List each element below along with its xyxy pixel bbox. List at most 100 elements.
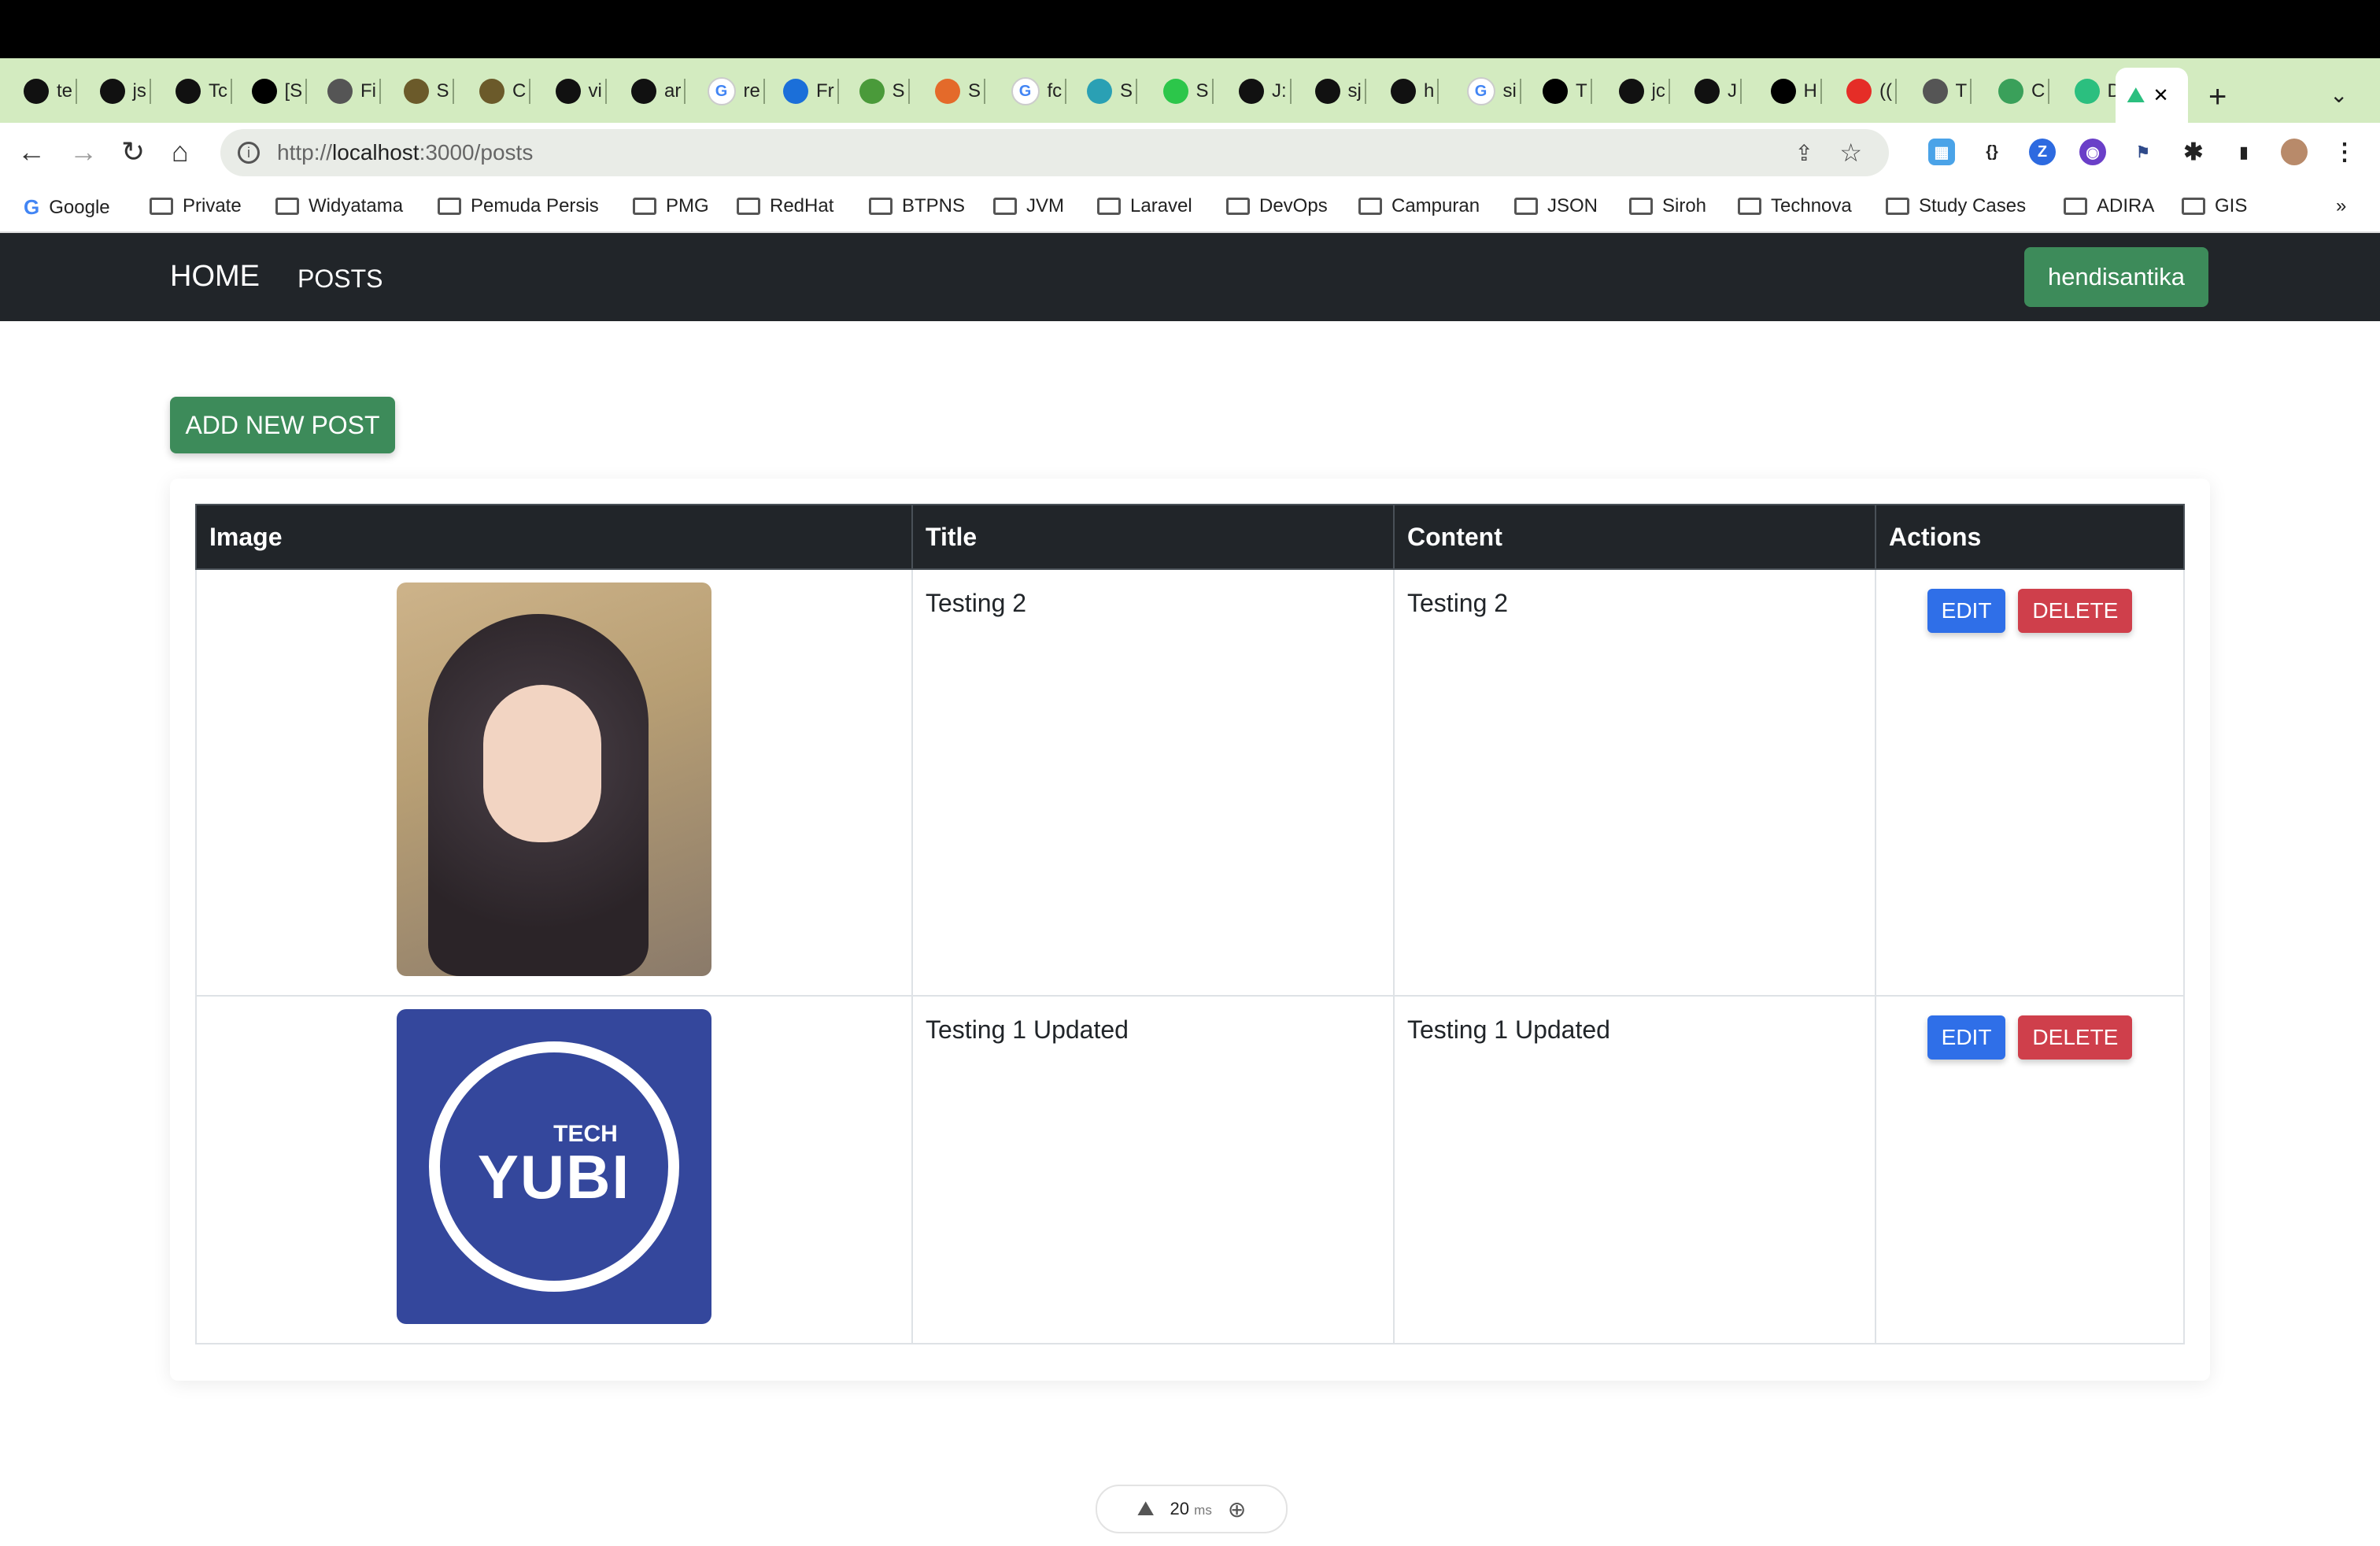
- browser-tab[interactable]: h: [1391, 68, 1439, 115]
- tab-separator: [1820, 79, 1822, 104]
- tab-label: H: [1803, 80, 1817, 102]
- browser-tab[interactable]: T: [1543, 68, 1592, 115]
- back-icon[interactable]: ←: [17, 135, 46, 168]
- share-icon[interactable]: ⇪: [1795, 140, 1813, 166]
- persis-icon: [403, 79, 429, 104]
- browser-tab[interactable]: C: [479, 68, 531, 115]
- flutter-icon: [783, 79, 808, 104]
- tab-separator: [907, 79, 910, 104]
- zoom-extension-icon[interactable]: Z: [2029, 139, 2056, 165]
- bookmark-item[interactable]: Private: [150, 195, 242, 217]
- bookmark-item[interactable]: ADIRA: [2064, 195, 2154, 217]
- browser-tab[interactable]: T: [1922, 68, 1972, 115]
- browser-tab[interactable]: ar: [631, 68, 686, 115]
- title-cell: Testing 1 Updated: [911, 995, 1395, 1344]
- browser-tab[interactable]: Gre: [707, 68, 765, 115]
- bookmark-item[interactable]: BTPNS: [869, 195, 965, 217]
- extension-icon[interactable]: ▦: [1928, 139, 1955, 165]
- forward-icon[interactable]: →: [69, 135, 98, 168]
- browser-tab[interactable]: S: [935, 68, 986, 115]
- logo-text-big: YUBI: [477, 1141, 631, 1211]
- edit-button[interactable]: EDIT: [1927, 589, 2006, 633]
- kebab-menu-icon[interactable]: ⋮: [2331, 139, 2358, 165]
- add-new-post-button[interactable]: ADD NEW POST: [170, 397, 395, 453]
- bookmark-item[interactable]: DevOps: [1226, 195, 1328, 217]
- browser-tab[interactable]: S: [1087, 68, 1138, 115]
- browser-tab[interactable]: Fr: [783, 68, 839, 115]
- bookmark-star-icon[interactable]: ☆: [1839, 138, 1862, 168]
- bookmark-item[interactable]: RedHat: [737, 195, 833, 217]
- bookmark-item[interactable]: Pemuda Persis: [438, 195, 599, 217]
- browser-tab[interactable]: C: [1998, 68, 2050, 115]
- new-tab-button[interactable]: +: [2208, 77, 2227, 117]
- nuxt-icon[interactable]: ⛰: [1137, 1496, 1155, 1522]
- sidepanel-icon[interactable]: ▮: [2230, 139, 2257, 165]
- delete-button[interactable]: DELETE: [2018, 1015, 2133, 1060]
- delete-button[interactable]: DELETE: [2018, 589, 2133, 633]
- browser-tab[interactable]: vi: [555, 68, 607, 115]
- bookmark-item[interactable]: PMG: [633, 195, 709, 217]
- bookmark-item[interactable]: Siroh: [1629, 195, 1706, 217]
- folder-icon: [2182, 198, 2205, 215]
- browser-tab[interactable]: [S: [251, 68, 308, 115]
- home-icon[interactable]: ⌂: [172, 135, 189, 168]
- persis-icon: [479, 79, 504, 104]
- active-tab[interactable]: ⛰ ✕: [2116, 68, 2188, 123]
- site-info-icon[interactable]: i: [238, 142, 260, 164]
- browser-tab[interactable]: H: [1770, 68, 1822, 115]
- color-extension-icon[interactable]: ◉: [2079, 139, 2106, 165]
- tab-label: Fi: [360, 80, 376, 102]
- bookmarks-more-icon[interactable]: »: [2336, 195, 2346, 217]
- tab-label: T: [1576, 80, 1587, 102]
- bookmark-item[interactable]: G Google: [24, 195, 110, 220]
- avatar[interactable]: [2281, 139, 2308, 165]
- browser-tab[interactable]: J:: [1239, 68, 1292, 115]
- bookmark-item[interactable]: Campuran: [1358, 195, 1480, 217]
- browser-tab[interactable]: D: [2074, 68, 2126, 115]
- bookmark-item[interactable]: JSON: [1514, 195, 1598, 217]
- json-extension-icon[interactable]: {}: [1979, 139, 2005, 165]
- browser-tab[interactable]: te: [24, 68, 78, 115]
- browser-tab[interactable]: S: [403, 68, 454, 115]
- bookmark-item[interactable]: JVM: [993, 195, 1064, 217]
- browser-tab[interactable]: Fi: [327, 68, 381, 115]
- bookmark-item[interactable]: Widyatama: [275, 195, 403, 217]
- puzzle-icon[interactable]: ✱: [2180, 139, 2207, 165]
- nuxt-devtools-bar[interactable]: ⛰ 20 ms ⊕: [1096, 1485, 1288, 1533]
- folder-icon: [1097, 198, 1121, 215]
- bookmark-item[interactable]: Technova: [1738, 195, 1852, 217]
- browser-tab[interactable]: sj: [1314, 68, 1366, 115]
- bookmark-label: Study Cases: [1919, 195, 2027, 216]
- home-link[interactable]: HOME: [170, 260, 260, 294]
- browser-tab[interactable]: S: [1162, 68, 1214, 115]
- browser-tab[interactable]: js: [99, 68, 151, 115]
- url-text[interactable]: http://localhost:3000/posts: [277, 140, 533, 165]
- browser-tab[interactable]: Tc: [176, 68, 232, 115]
- tab-search-icon[interactable]: ⌄: [2330, 82, 2348, 108]
- bookmark-item[interactable]: Study Cases: [1886, 195, 2026, 217]
- browser-tab[interactable]: Gsi: [1466, 68, 1521, 115]
- browser-tab[interactable]: ((: [1846, 68, 1897, 115]
- address-bar[interactable]: i http://localhost:3000/posts ⇪ ☆: [220, 129, 1889, 176]
- browser-tab[interactable]: Gfc: [1011, 68, 1067, 115]
- tab-label: C: [2031, 80, 2046, 102]
- bookmark-item[interactable]: GIS: [2182, 195, 2247, 217]
- medium-icon: [1543, 79, 1568, 104]
- content-cell: Testing 2: [1393, 568, 1876, 997]
- inspect-icon[interactable]: ⊕: [1228, 1496, 1246, 1522]
- column-header-image: Image: [195, 504, 913, 570]
- reload-icon[interactable]: ↻: [121, 135, 145, 168]
- bookmark-item[interactable]: Laravel: [1097, 195, 1192, 217]
- google-icon: G: [24, 195, 40, 219]
- browser-tab[interactable]: J: [1694, 68, 1742, 115]
- tab-separator: [1668, 79, 1670, 104]
- browser-tab[interactable]: S: [859, 68, 910, 115]
- render-time: 20 ms: [1170, 1499, 1212, 1518]
- posts-link[interactable]: POSTS: [298, 264, 382, 294]
- user-button[interactable]: hendisantika: [2024, 247, 2208, 307]
- browser-tab[interactable]: jc: [1618, 68, 1670, 115]
- tab-close-icon[interactable]: ✕: [2153, 84, 2169, 107]
- tab-separator: [837, 79, 839, 104]
- edit-button[interactable]: EDIT: [1927, 1015, 2006, 1060]
- translate-extension-icon[interactable]: ⚑: [2130, 139, 2156, 165]
